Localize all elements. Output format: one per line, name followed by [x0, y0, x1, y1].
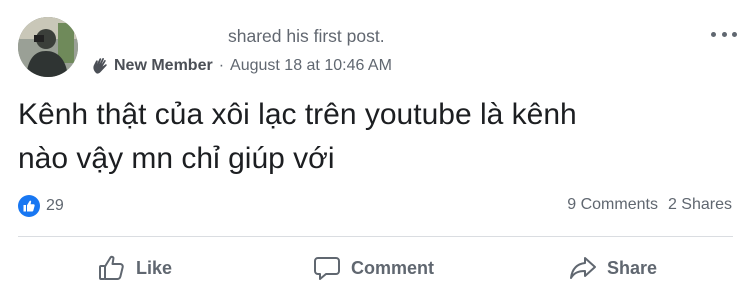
comments-count-link[interactable]: 9 Comments — [567, 196, 658, 214]
comment-button-label: Comment — [351, 257, 435, 278]
like-count: 29 — [46, 197, 64, 214]
post-header-text: shared his first post. — [228, 26, 385, 46]
engagement-counts: 9 Comments 2 Shares — [567, 196, 732, 214]
action-divider — [18, 236, 733, 237]
post-body: Kênh thật của xôi lạc trên youtube là kê… — [18, 93, 718, 181]
shares-count-link[interactable]: 2 Shares — [668, 196, 732, 214]
comment-button[interactable]: Comment — [313, 251, 434, 285]
post-text-line: Kênh thật của xôi lạc trên youtube là kê… — [18, 98, 577, 131]
more-options-icon[interactable] — [711, 30, 737, 38]
like-reaction-icon — [18, 195, 40, 217]
like-button-label: Like — [136, 257, 173, 278]
post-meta: New Member · August 18 at 10:46 AM — [90, 55, 392, 77]
waving-hand-icon — [93, 57, 107, 74]
new-member-badge[interactable]: New Member — [114, 57, 213, 75]
post-card: shared his first post. New Member · Augu… — [0, 0, 753, 301]
post-text-line: nào vậy mn chỉ giúp với — [18, 142, 335, 175]
avatar[interactable] — [18, 17, 78, 77]
like-button[interactable]: Like — [98, 251, 172, 285]
share-button[interactable]: Share — [569, 251, 657, 285]
thumbs-up-icon — [99, 255, 124, 280]
share-button-label: Share — [607, 257, 658, 278]
post-timestamp[interactable]: August 18 at 10:46 AM — [230, 57, 392, 75]
comment-bubble-icon — [314, 257, 340, 280]
meta-separator: · — [218, 57, 225, 74]
avatar-photo — [18, 17, 78, 77]
share-arrow-icon — [570, 257, 596, 279]
reactions-summary[interactable]: 29 — [18, 195, 64, 217]
